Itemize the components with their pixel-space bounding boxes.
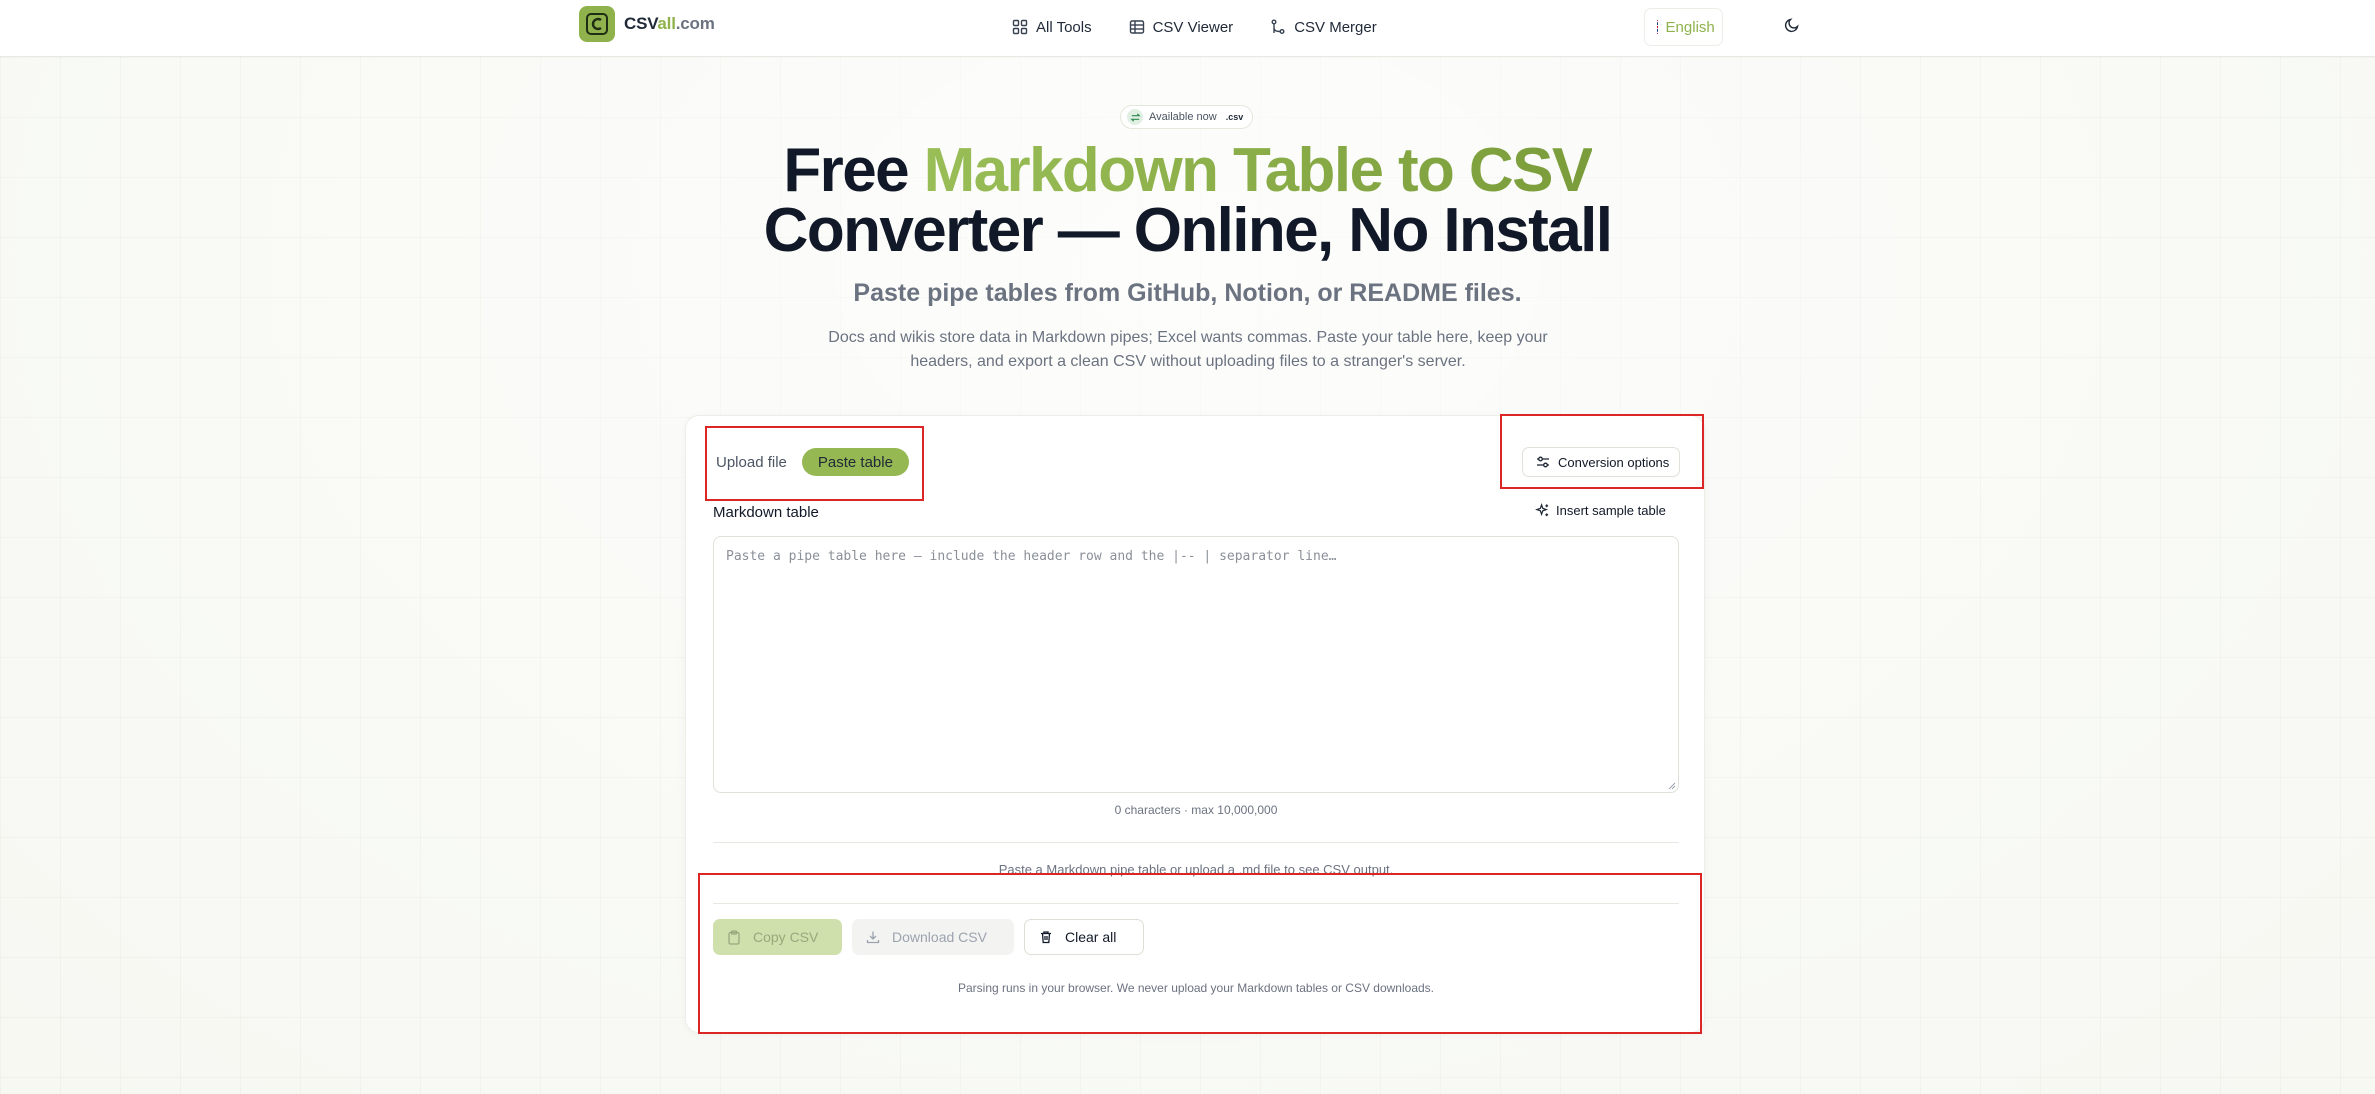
resize-handle-icon[interactable] [1668,782,1676,790]
title-highlight: Markdown Table to CSV [923,136,1594,205]
sparkle-icon [1535,503,1549,517]
logo-text: CSVall.com [624,14,715,34]
clear-all-label: Clear all [1065,929,1117,945]
page-description: Docs and wikis store data in Markdown pi… [828,329,1548,370]
character-count: 0 characters · max 10,000,000 [1114,803,1278,817]
action-bar: Copy CSV Download CSV Clear all [713,919,1154,955]
input-mode-tabs: Upload file Paste table [706,448,909,476]
tab-paste-table[interactable]: Paste table [801,448,909,476]
insert-sample-button[interactable]: Insert sample table [1535,503,1666,518]
badge-extension: .csv [1225,112,1244,122]
download-csv-button[interactable]: Download CSV [852,919,1014,955]
copy-csv-button[interactable]: Copy CSV [713,919,842,955]
sliders-icon [1537,456,1549,468]
privacy-note: Parsing runs in your browser. We never u… [957,981,1434,995]
markdown-input[interactable] [713,536,1679,793]
download-icon [866,931,880,944]
moon-icon [1784,18,1799,33]
swap-icon [1127,109,1143,125]
badge-text: Available now [1149,111,1217,123]
grid-icon [1012,19,1028,35]
clear-all-button[interactable]: Clear all [1024,919,1144,955]
language-label: English [1665,18,1715,36]
logo-icon [579,6,615,42]
main-nav: All Tools CSV Viewer CSV Merger [1012,0,1414,54]
nav-all-tools[interactable]: All Tools [1012,19,1092,36]
nav-all-tools-label: All Tools [1036,18,1092,36]
clipboard-icon [728,929,740,945]
site-logo[interactable]: CSVall.com [579,6,715,42]
trash-icon [1041,931,1051,944]
divider-top [713,842,1679,843]
uk-flag-icon [1657,20,1658,34]
output-hint: Paste a Markdown pipe table or upload a … [998,862,1394,877]
markdown-table-label: Markdown table [713,504,819,521]
logo-suffix: .com [675,14,715,33]
table-icon [1129,20,1144,34]
nav-csv-viewer[interactable]: CSV Viewer [1129,18,1234,36]
nav-csv-merger-label: CSV Merger [1294,18,1377,36]
title-prefix: Free [783,136,924,205]
copy-csv-label: Copy CSV [753,929,819,945]
page-subtitle: Paste pipe tables from GitHub, Notion, o… [853,279,1522,307]
conversion-options-label: Conversion options [1558,454,1670,470]
logo-mid: all [657,14,676,33]
converter-card: Upload file Paste table Conversion optio… [685,414,1705,1034]
page-title: Free Markdown Table to CSV Converter — O… [0,140,2375,262]
divider-bottom [713,903,1679,904]
download-csv-label: Download CSV [892,929,987,945]
availability-badge: Available now .csv [1120,105,1254,129]
logo-prefix: CSV [624,14,658,33]
tab-upload-file[interactable]: Upload file [706,448,797,476]
merge-icon [1271,19,1285,34]
theme-toggle-button[interactable] [1784,17,1800,38]
nav-csv-viewer-label: CSV Viewer [1152,18,1234,36]
top-header: CSVall.com All Tools CSV Viewer CSV Merg… [0,0,2375,57]
conversion-options-button[interactable]: Conversion options [1522,447,1680,477]
insert-sample-label: Insert sample table [1556,503,1666,518]
nav-csv-merger[interactable]: CSV Merger [1270,19,1377,36]
language-selector[interactable]: English [1644,8,1723,46]
title-line-2: Converter — Online, No Install [763,196,1613,265]
